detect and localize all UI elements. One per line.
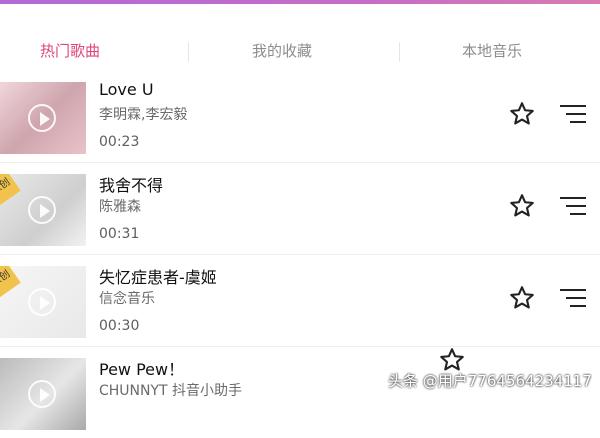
tab-hot-songs[interactable]: 热门歌曲 — [40, 40, 100, 61]
star-icon[interactable] — [508, 284, 536, 312]
song-duration: 00:31 — [99, 226, 140, 242]
album-cover[interactable] — [0, 358, 86, 430]
play-icon[interactable] — [28, 380, 56, 408]
song-row[interactable]: Love U 李明霖,李宏毅 00:23 — [0, 70, 600, 163]
song-row[interactable]: 原创 失忆症患者-虞姬 信念音乐 00:30 — [0, 254, 600, 347]
star-icon[interactable] — [508, 192, 536, 220]
tab-local-music[interactable]: 本地音乐 — [462, 40, 522, 61]
song-title: Love U — [99, 80, 154, 99]
song-duration: 00:30 — [99, 318, 140, 334]
song-title: Pew Pew！ — [99, 360, 185, 379]
song-title: 我舍不得 — [99, 176, 164, 195]
song-row[interactable]: Pew Pew！ CHUNNYT 抖音小助手 — [0, 346, 600, 438]
play-icon[interactable] — [28, 196, 56, 224]
album-cover[interactable]: 原创 — [0, 266, 86, 338]
song-artist: 李明霖,李宏毅 — [99, 107, 188, 123]
tab-divider — [188, 42, 189, 62]
play-icon[interactable] — [28, 288, 56, 316]
song-duration: 00:23 — [99, 134, 140, 150]
original-badge: 原创 — [0, 174, 21, 207]
play-icon[interactable] — [28, 104, 56, 132]
menu-lines-icon[interactable] — [558, 194, 588, 218]
watermark-text: 头条 @用户7764564234117 — [388, 372, 592, 390]
song-artist: 陈雅森 — [99, 199, 141, 215]
star-icon[interactable] — [508, 100, 536, 128]
menu-lines-icon[interactable] — [558, 286, 588, 310]
song-row[interactable]: 原创 我舍不得 陈雅森 00:31 — [0, 162, 600, 255]
album-cover[interactable]: 原创 — [0, 174, 86, 246]
song-artist: CHUNNYT 抖音小助手 — [99, 383, 243, 399]
tab-divider — [399, 42, 400, 62]
song-title: 失忆症患者-虞姬 — [99, 268, 217, 287]
song-artist: 信念音乐 — [99, 291, 155, 307]
tab-my-favorites[interactable]: 我的收藏 — [252, 40, 312, 61]
top-accent-bar — [0, 0, 600, 4]
original-badge: 原创 — [0, 266, 21, 299]
menu-lines-icon[interactable] — [558, 102, 588, 126]
album-cover[interactable] — [0, 82, 86, 154]
